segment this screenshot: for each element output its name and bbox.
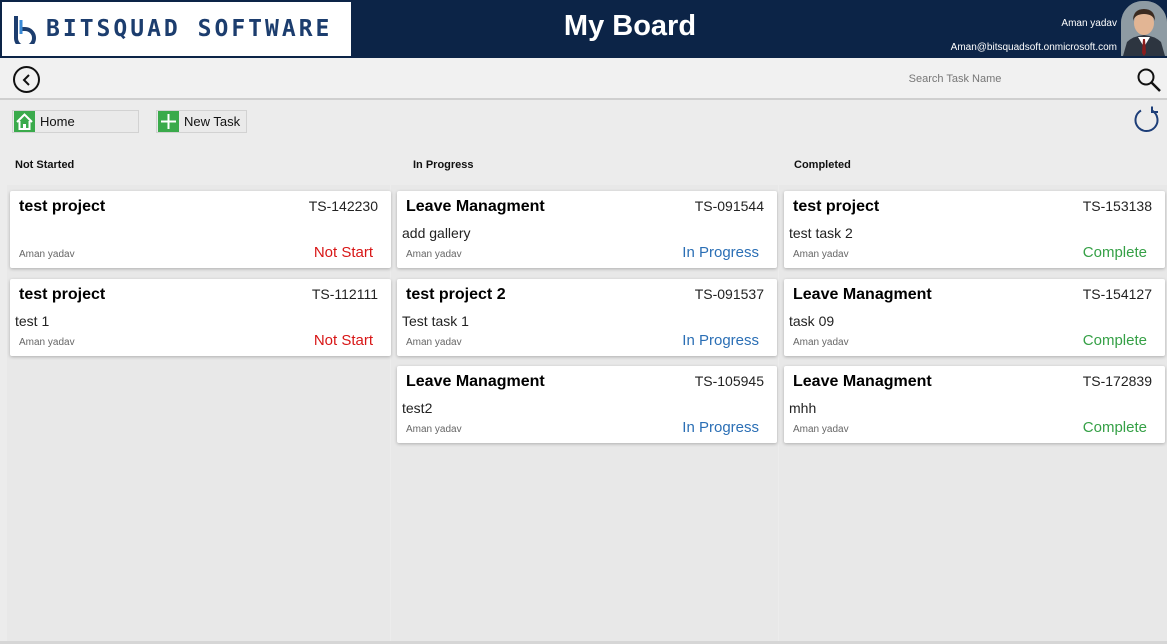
avatar[interactable] [1121,1,1167,56]
card-project: test project [19,286,106,303]
card-task-id: TS-091537 [694,286,764,302]
task-card[interactable]: test project TS-112111 test 1 Aman yadav… [10,279,391,356]
card-status: In Progress [682,419,759,436]
card-status: Complete [1082,419,1147,436]
card-description: mhh [789,400,817,416]
card-project: Leave Managment [793,373,932,390]
card-user: Aman yadav [19,249,75,260]
card-description: Test task 1 [402,313,469,329]
column-title-completed: Completed [794,159,851,171]
back-button[interactable] [13,66,40,93]
user-photo-icon [1121,1,1167,56]
card-description: task 09 [789,313,835,329]
task-card[interactable]: test project TS-153138 test task 2 Aman … [784,191,1165,268]
task-card[interactable]: Leave Managment TS-105945 test2 Aman yad… [397,366,777,443]
task-card[interactable]: Leave Managment TS-154127 task 09 Aman y… [784,279,1165,356]
task-card[interactable]: Leave Managment TS-172839 mhh Aman yadav… [784,366,1165,443]
card-description: add gallery [402,225,471,241]
toolbar [0,58,1167,100]
card-task-id: TS-142230 [308,198,378,214]
search-input[interactable] [790,66,1120,92]
home-button-label: Home [40,114,75,129]
page-title: My Board [563,10,697,42]
user-name: Aman yadav [1061,18,1117,29]
card-task-id: TS-091544 [694,198,764,214]
card-project: test project [19,198,106,215]
card-user: Aman yadav [406,424,462,435]
task-card[interactable]: test project 2 TS-091537 Test task 1 Ama… [397,279,777,356]
search-icon[interactable] [1136,67,1162,93]
card-project: test project 2 [406,286,506,303]
card-project: Leave Managment [406,373,545,390]
card-status: In Progress [682,332,759,349]
card-description: test 1 [15,313,50,329]
column-title-not-started: Not Started [15,159,75,171]
card-status: Not Start [313,244,373,261]
card-task-id: TS-153138 [1082,198,1152,214]
new-task-button[interactable]: New Task [156,110,247,133]
card-status: Complete [1082,332,1147,349]
home-button[interactable]: Home [12,110,139,133]
card-user: Aman yadav [406,249,462,260]
task-card[interactable]: Leave Managment TS-091544 add gallery Am… [397,191,777,268]
card-status: Not Start [313,332,373,349]
card-description: test task 2 [789,225,853,241]
card-task-id: TS-112111 [311,286,378,302]
user-email: Aman@bitsquadsoft.onmicrosoft.com [950,42,1117,53]
refresh-icon[interactable] [1131,106,1161,134]
app-header: BITSQUAD SOFTWARE My Board Aman yadav Am… [0,0,1167,58]
card-project: Leave Managment [793,286,932,303]
card-task-id: TS-154127 [1082,286,1152,302]
card-project: test project [793,198,880,215]
card-task-id: TS-172839 [1082,373,1152,389]
bitsquad-logo-icon [14,16,36,44]
card-user: Aman yadav [793,424,849,435]
card-status: In Progress [682,244,759,261]
card-status: Complete [1082,244,1147,261]
card-user: Aman yadav [793,249,849,260]
card-user: Aman yadav [19,337,75,348]
card-user: Aman yadav [793,337,849,348]
card-user: Aman yadav [406,337,462,348]
company-logo: BITSQUAD SOFTWARE [2,2,351,56]
new-task-label: New Task [184,114,241,129]
chevron-left-icon [22,73,30,86]
logo-text: BITSQUAD SOFTWARE [46,16,333,42]
card-task-id: TS-105945 [694,373,764,389]
card-project: Leave Managment [406,198,545,215]
plus-icon [158,111,179,132]
task-card[interactable]: test project TS-142230 Aman yadav Not St… [10,191,391,268]
column-title-in-progress: In Progress [413,159,474,171]
card-description: test2 [402,400,433,416]
home-icon [14,111,35,132]
